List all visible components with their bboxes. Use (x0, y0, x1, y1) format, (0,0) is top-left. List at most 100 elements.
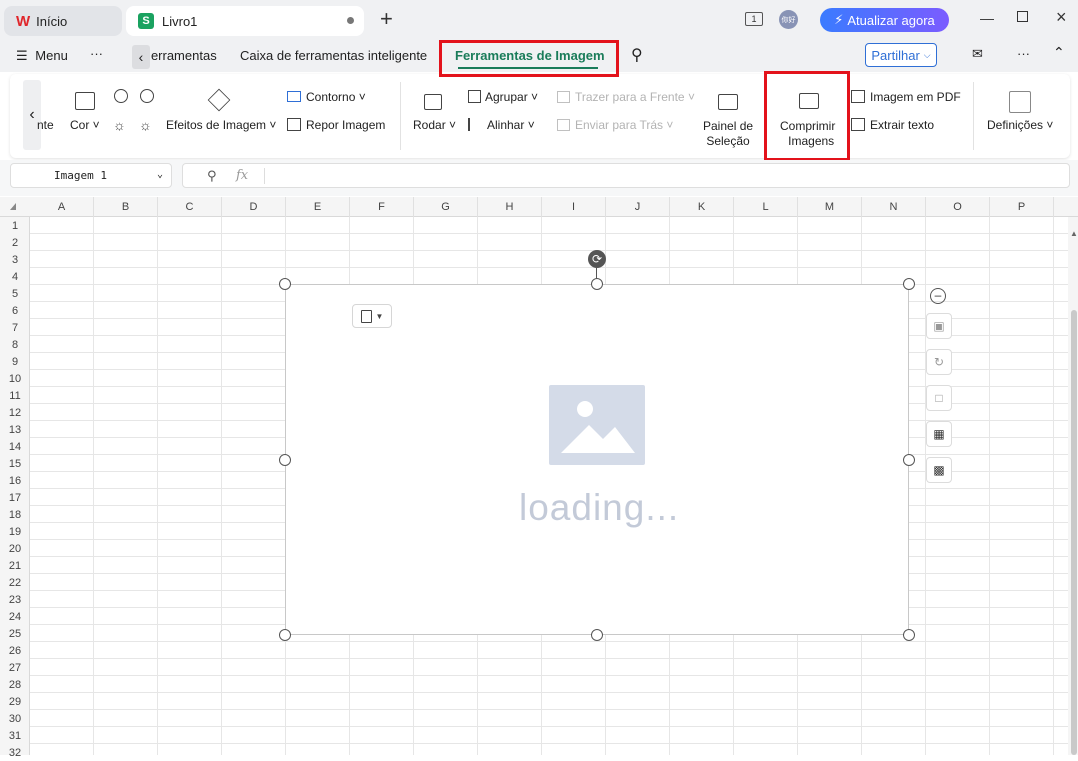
overflow-icon[interactable]: ··· (1017, 46, 1030, 61)
row-header-25[interactable]: 25 (0, 625, 30, 642)
row-header-18[interactable]: 18 (0, 506, 30, 523)
scrollbar-thumb[interactable] (1071, 310, 1077, 755)
row-header-10[interactable]: 10 (0, 370, 30, 387)
row-header-1[interactable]: 1 (0, 217, 30, 234)
row-header-9[interactable]: 9 (0, 353, 30, 370)
ribbon-scroll-left-icon[interactable]: ‹ (23, 80, 41, 150)
rodar-button[interactable]: Rodar ˅ (413, 118, 456, 132)
row-header-13[interactable]: 13 (0, 421, 30, 438)
resize-handle-sw[interactable] (279, 629, 291, 641)
column-header-n[interactable]: N (862, 197, 926, 217)
minimize-icon[interactable]: — (980, 10, 994, 26)
upgrade-button[interactable]: ⚡ Atualizar agora (820, 8, 949, 32)
formula-input[interactable]: ⚲ fx (182, 163, 1070, 188)
column-header-b[interactable]: B (94, 197, 158, 217)
resize-handle-n[interactable] (591, 278, 603, 290)
row-header-8[interactable]: 8 (0, 336, 30, 353)
unsaved-dot-icon[interactable] (347, 17, 354, 24)
row-header-4[interactable]: 4 (0, 268, 30, 285)
chart-image-icon[interactable]: ▣ (926, 313, 952, 339)
column-header-i[interactable]: I (542, 197, 606, 217)
efeitos-button[interactable]: Efeitos de Imagem ˅ (166, 118, 276, 132)
extract-text-side-icon[interactable]: ▦ (926, 421, 952, 447)
row-header-6[interactable]: 6 (0, 302, 30, 319)
search-icon[interactable]: ⚲ (631, 45, 643, 65)
imagem-pdf-button[interactable]: Imagem em PDF (851, 90, 961, 104)
painel-selecao-button[interactable]: Painel de Seleção (703, 119, 753, 149)
column-header-j[interactable]: J (606, 197, 670, 217)
row-header-14[interactable]: 14 (0, 438, 30, 455)
rotate-handle-icon[interactable]: ⟳ (588, 250, 606, 268)
column-header-o[interactable]: O (926, 197, 990, 217)
row-header-21[interactable]: 21 (0, 557, 30, 574)
rotate-image-icon[interactable]: ↻ (926, 349, 952, 375)
sun-icon[interactable]: ☼ (113, 117, 126, 133)
image-convert-icon[interactable]: ▩ (926, 457, 952, 483)
row-header-12[interactable]: 12 (0, 404, 30, 421)
collapse-ribbon-icon[interactable]: ⌃ (1053, 44, 1065, 61)
fx-icon[interactable]: fx (236, 168, 248, 183)
comment-icon[interactable]: ✉ (972, 46, 983, 62)
more-options-icon[interactable]: ··· (90, 46, 103, 61)
definicoes-button[interactable]: Definições ˅ (987, 118, 1053, 132)
trazer-frente-button[interactable]: Trazer para a Frente ˅ (557, 90, 695, 104)
row-header-7[interactable]: 7 (0, 319, 30, 336)
row-header-16[interactable]: 16 (0, 472, 30, 489)
row-header-23[interactable]: 23 (0, 591, 30, 608)
contorno-button[interactable]: Contorno ˅ (287, 90, 366, 104)
enviar-tras-button[interactable]: Enviar para Trás ˅ (557, 118, 673, 132)
sun-dim-icon[interactable]: ☼ (139, 117, 152, 133)
column-header-l[interactable]: L (734, 197, 798, 217)
cor-button[interactable]: Cor ˅ (70, 118, 100, 132)
column-header-f[interactable]: F (350, 197, 414, 217)
column-header-a[interactable]: A (30, 197, 94, 217)
zoom-icon[interactable]: ⚲ (207, 168, 217, 184)
resize-handle-s[interactable] (591, 629, 603, 641)
collapse-toolbar-icon[interactable]: – (930, 288, 946, 304)
resize-handle-ne[interactable] (903, 278, 915, 290)
row-header-11[interactable]: 11 (0, 387, 30, 404)
row-header-17[interactable]: 17 (0, 489, 30, 506)
row-header-29[interactable]: 29 (0, 693, 30, 710)
row-header-22[interactable]: 22 (0, 574, 30, 591)
tab-ferramentas[interactable]: Ferramentas (151, 48, 221, 63)
column-header-g[interactable]: G (414, 197, 478, 217)
resize-handle-w[interactable] (279, 454, 291, 466)
resize-handle-nw[interactable] (279, 278, 291, 290)
name-box[interactable]: Imagem 1 ⌄ (10, 163, 172, 188)
column-header-k[interactable]: K (670, 197, 734, 217)
row-header-5[interactable]: 5 (0, 285, 30, 302)
row-header-28[interactable]: 28 (0, 676, 30, 693)
column-header-p[interactable]: P (990, 197, 1054, 217)
avatar[interactable]: 你好 (779, 10, 798, 29)
row-header-31[interactable]: 31 (0, 727, 30, 744)
paste-options-button[interactable]: ▼ (352, 304, 392, 328)
alinhar-button[interactable]: Alinhar ˅ (468, 118, 535, 132)
resize-handle-se[interactable] (903, 629, 915, 641)
row-header-30[interactable]: 30 (0, 710, 30, 727)
tab-document[interactable]: S Livro1 (126, 6, 364, 36)
column-header-h[interactable]: H (478, 197, 542, 217)
row-header-3[interactable]: 3 (0, 251, 30, 268)
select-all-icon[interactable] (10, 203, 16, 210)
row-header-32[interactable]: 32 (0, 744, 30, 761)
maximize-icon[interactable] (1017, 11, 1028, 22)
row-header-2[interactable]: 2 (0, 234, 30, 251)
tab-home[interactable]: W Início (4, 6, 122, 36)
row-header-26[interactable]: 26 (0, 642, 30, 659)
repor-imagem-button[interactable]: Repor Imagem (287, 118, 385, 132)
new-tab-plus-icon[interactable]: + (380, 8, 393, 30)
row-header-19[interactable]: 19 (0, 523, 30, 540)
resize-handle-e[interactable] (903, 454, 915, 466)
row-header-15[interactable]: 15 (0, 455, 30, 472)
column-header-m[interactable]: M (798, 197, 862, 217)
column-header-e[interactable]: E (286, 197, 350, 217)
column-header-d[interactable]: D (222, 197, 286, 217)
row-header-27[interactable]: 27 (0, 659, 30, 676)
close-icon[interactable]: × (1056, 7, 1067, 28)
extrair-texto-button[interactable]: Extrair texto (851, 118, 934, 132)
column-header-c[interactable]: C (158, 197, 222, 217)
contrast-up-icon[interactable] (140, 89, 154, 103)
chevron-left-icon[interactable]: ‹ (132, 45, 150, 69)
comprimir-imagens-button[interactable]: Comprimir Imagens (780, 119, 835, 149)
